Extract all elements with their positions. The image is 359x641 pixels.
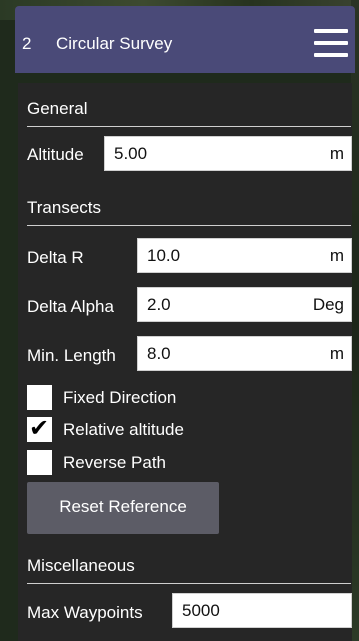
min-length-label: Min. Length (27, 346, 116, 365)
fixed-direction-label: Fixed Direction (63, 388, 177, 407)
delta-alpha-value: 2.0 (147, 295, 171, 314)
section-general-label: General (27, 99, 88, 118)
delta-r-label: Delta R (27, 248, 84, 267)
section-divider (27, 225, 351, 226)
fixed-direction-checkbox[interactable] (27, 385, 52, 410)
menu-bar-1 (314, 29, 348, 33)
delta-r-value: 10.0 (147, 246, 181, 265)
menu-bar-3 (314, 53, 348, 57)
panel-title: Circular Survey (56, 34, 173, 53)
delta-r-unit: m (329, 246, 344, 265)
altitude-label: Altitude (27, 145, 84, 164)
section-transects-label: Transects (27, 198, 102, 217)
delta-alpha-label: Delta Alpha (27, 297, 114, 316)
item-index: 2 (22, 34, 32, 53)
section-divider (27, 126, 351, 127)
min-length-value: 8.0 (147, 344, 171, 363)
max-waypoints-field[interactable]: 5000 (172, 593, 352, 628)
checkmark-icon: ✔ (29, 415, 50, 442)
section-miscellaneous-label: Miscellaneous (27, 556, 135, 575)
max-waypoints-label: Max Waypoints (27, 603, 143, 622)
reverse-path-checkbox[interactable] (27, 450, 52, 475)
delta-alpha-unit: Deg (312, 295, 344, 314)
altitude-field[interactable]: 5.00 m (104, 136, 352, 171)
delta-alpha-field[interactable]: 2.0 Deg (137, 287, 352, 322)
section-divider (27, 583, 351, 584)
title-bar: 2 Circular Survey (15, 6, 355, 73)
max-waypoints-value: 5000 (182, 601, 220, 620)
altitude-unit: m (329, 144, 344, 163)
reverse-path-label: Reverse Path (63, 453, 166, 472)
settings-content: General Altitude 5.00 m Transects Delta … (18, 83, 352, 641)
survey-panel: 2 Circular Survey General Altitude 5.00 … (15, 6, 355, 641)
menu-bar-2 (314, 41, 348, 45)
relative-altitude-label: Relative altitude (63, 420, 184, 439)
min-length-field[interactable]: 8.0 m (137, 336, 352, 371)
relative-altitude-checkbox[interactable]: ✔ (27, 415, 52, 442)
delta-r-field[interactable]: 10.0 m (137, 238, 352, 273)
min-length-unit: m (329, 344, 344, 363)
reset-reference-button[interactable]: Reset Reference (27, 482, 219, 534)
altitude-value: 5.00 (114, 144, 148, 163)
reset-reference-label: Reset Reference (59, 497, 187, 516)
hamburger-menu-icon[interactable] (314, 29, 348, 57)
